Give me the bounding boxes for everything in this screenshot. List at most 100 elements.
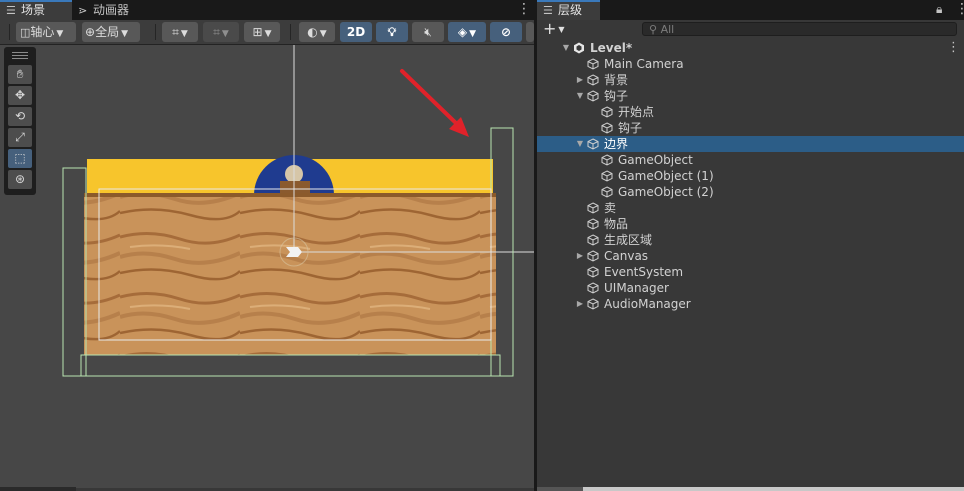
expand-right-icon[interactable]: ▶ — [575, 72, 585, 88]
hierarchy-item-label: Canvas — [604, 249, 649, 263]
hierarchy-item[interactable]: 生成区域 — [537, 232, 964, 248]
hierarchy-menu-kebab-icon[interactable]: ⋮ — [955, 2, 964, 16]
lock-icon[interactable]: 🔒︎ — [936, 2, 942, 16]
scale-tool-button[interactable]: ⤢ — [8, 128, 32, 147]
scene-canvas — [62, 45, 534, 377]
transform-tool-button[interactable]: ⊛ — [8, 170, 32, 189]
hierarchy-item[interactable]: Main Camera — [537, 56, 964, 72]
hierarchy-item-label: Main Camera — [604, 57, 684, 71]
rotate-tool-button[interactable]: ⟲ — [8, 107, 32, 126]
scene-audio-button[interactable]: 🔇︎ — [412, 22, 444, 42]
miner-cart — [280, 181, 310, 195]
gameobject-cube-icon — [587, 218, 599, 230]
transform-icon: ⊛ — [14, 172, 26, 186]
hierarchy-item[interactable]: ▼ Level* ⋮ — [537, 40, 964, 56]
hierarchy-item[interactable]: ▼ 边界 — [537, 136, 964, 152]
scene-scroll-strip — [0, 487, 76, 491]
hierarchy-item-label: GameObject — [618, 153, 693, 167]
expand-down-icon[interactable]: ▼ — [561, 40, 571, 56]
gameobject-cube-icon — [587, 266, 599, 278]
hierarchy-item-label: EventSystem — [604, 265, 684, 279]
hierarchy-tabbar: ☰ 层级 🔒︎ ⋮ — [537, 0, 964, 20]
toggle-2d-button[interactable]: 2D — [340, 22, 372, 42]
pivot-dropdown[interactable]: ◫轴心 ▼ — [16, 22, 76, 42]
expand-down-icon[interactable]: ▼ — [575, 88, 585, 104]
sand-ground-sprite — [84, 193, 496, 355]
hierarchy-item[interactable]: GameObject (1) — [537, 168, 964, 184]
tools-grip[interactable] — [12, 52, 28, 53]
chevron-down-icon: ▼ — [558, 24, 565, 34]
hierarchy-tree: ▼ Level* ⋮ Main Camera ▶ 背景 ▼ 钩子 开始点 钩子 ▼ 边界 GameObj… — [537, 38, 964, 487]
hierarchy-item[interactable]: ▶ 背景 — [537, 72, 964, 88]
hierarchy-item[interactable]: 卖 — [537, 200, 964, 216]
toolbar-divider — [155, 24, 156, 40]
scene-effects-dropdown[interactable]: ◈ ▼ — [448, 22, 486, 42]
list-icon: ☰ — [543, 4, 553, 17]
expand-right-icon[interactable]: ▶ — [575, 296, 585, 312]
scene-tabbar: ☰ 场景 ⋗ 动画器 ⋮ — [0, 0, 534, 20]
hierarchy-search-input[interactable]: ⚲ All — [642, 22, 957, 36]
hierarchy-item[interactable]: GameObject — [537, 152, 964, 168]
tab-animator[interactable]: ⋗ 动画器 — [72, 0, 137, 20]
unity-scene-icon — [573, 42, 585, 54]
chevron-down-icon: ▼ — [121, 29, 128, 39]
hierarchy-item-label: 钩子 — [618, 121, 643, 135]
toolbar-overflow[interactable] — [526, 22, 534, 42]
search-icon: ⚲ — [649, 23, 658, 36]
scene-menu-kebab-icon[interactable]: ⋮ — [517, 2, 531, 16]
grid-visibility-dropdown[interactable]: ⊞ ▼ — [244, 22, 280, 42]
shading-mode-dropdown[interactable]: ◐ ▼ — [299, 22, 335, 42]
tools-grip-line — [12, 55, 28, 56]
hierarchy-item[interactable]: GameObject (2) — [537, 184, 964, 200]
scene-lighting-button[interactable]: 💡︎ — [376, 22, 408, 42]
expand-right-icon[interactable]: ▶ — [575, 248, 585, 264]
bottom-boundary-outline — [80, 354, 501, 377]
hierarchy-item[interactable]: ▶ Canvas — [537, 248, 964, 264]
scene-kebab-icon[interactable]: ⋮ — [947, 40, 960, 56]
scene-toolbar: ◫轴心▼ ⊕全局▼ ⌗▼ ⌗▼ ⊞▼ ◐▼ 2D 💡︎ 🔇︎ ◈▼ — [0, 20, 534, 45]
hierarchy-item[interactable]: 开始点 — [537, 104, 964, 120]
hierarchy-item-label: 开始点 — [618, 105, 655, 119]
gameobject-cube-icon — [601, 122, 613, 134]
rect-tool-button[interactable]: ⬚ — [8, 149, 32, 168]
hand-tool-button[interactable]: ✋︎ — [8, 65, 32, 84]
move-arrows-icon: ✥ — [14, 88, 26, 102]
gameobject-cube-icon — [601, 170, 613, 182]
scale-icon: ⤢ — [15, 130, 25, 144]
hierarchy-item-label: 背景 — [604, 73, 629, 87]
expand-down-icon[interactable]: ▼ — [575, 136, 585, 152]
hierarchy-item[interactable]: ▼ 钩子 — [537, 88, 964, 104]
speaker-muted-icon: 🔇︎ — [424, 25, 432, 39]
tools-grip-line — [12, 58, 28, 59]
global-dropdown[interactable]: ⊕全局 ▼ — [82, 22, 140, 42]
scene-visibility-button[interactable]: ⊘ — [490, 22, 522, 42]
hierarchy-item-label: 卖 — [604, 201, 617, 215]
scene-panel: ☰ 场景 ⋗ 动画器 ⋮ ◫轴心 ▼ ⊕全局 ▼ ⌗ ▼ ⌗ ▼ ⊞ ▼ ◐ ▼ 2D — [0, 0, 534, 491]
hierarchy-item-label: GameObject (2) — [618, 185, 714, 199]
hierarchy-item[interactable]: EventSystem — [537, 264, 964, 280]
increment-snap-dropdown[interactable]: ⌗ ▼ — [203, 22, 239, 42]
hierarchy-item[interactable]: UIManager — [537, 280, 964, 296]
grid-visibility-icon: ⊞ — [252, 25, 263, 39]
hierarchy-item-label: 生成区域 — [604, 233, 653, 247]
hierarchy-item-label: GameObject (1) — [618, 169, 714, 183]
hierarchy-item[interactable]: ▶ AudioManager — [537, 296, 964, 312]
gameobject-cube-icon — [587, 58, 599, 70]
grid-snap-dropdown[interactable]: ⌗ ▼ — [162, 22, 198, 42]
gameobject-cube-icon — [587, 234, 599, 246]
toolbar-divider — [9, 24, 10, 40]
gameobject-cube-icon — [601, 186, 613, 198]
gameobject-cube-icon — [587, 74, 599, 86]
hierarchy-item[interactable]: 物品 — [537, 216, 964, 232]
add-object-button[interactable]: + ▼ — [543, 20, 565, 38]
scene-viewport[interactable] — [0, 45, 534, 488]
effects-layers-icon: ◈ — [457, 25, 468, 39]
tab-scene[interactable]: ☰ 场景 — [0, 0, 72, 20]
move-tool-button[interactable]: ✥ — [8, 86, 32, 105]
rect-transform-icon: ⬚ — [14, 151, 26, 165]
gameobject-cube-icon — [587, 250, 599, 262]
gameobject-cube-icon — [601, 154, 613, 166]
chevron-down-icon: ▼ — [264, 29, 272, 39]
tab-hierarchy[interactable]: ☰ 层级 — [537, 0, 600, 20]
hierarchy-item[interactable]: 钩子 — [537, 120, 964, 136]
